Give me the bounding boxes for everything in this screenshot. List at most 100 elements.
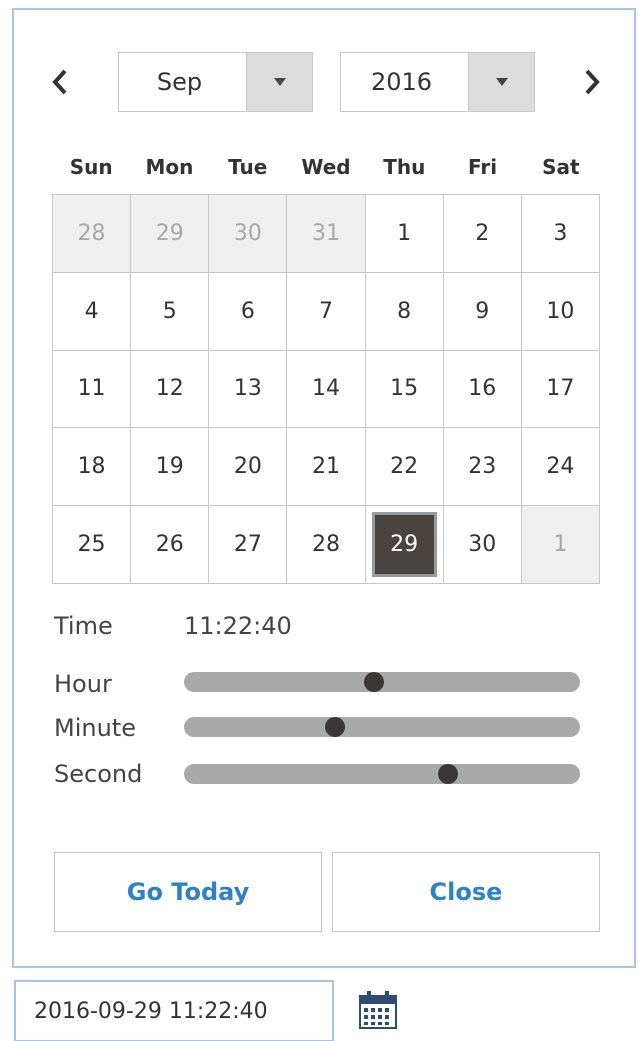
day-number: 22 [390,454,419,480]
day-number: 30 [468,532,497,558]
day-number: 16 [468,376,497,402]
weekday-label: Thu [383,155,426,179]
datetime-input[interactable] [14,980,334,1041]
day-cell[interactable]: 18 [53,428,132,507]
day-cell[interactable]: 26 [131,506,210,584]
minute-slider-thumb[interactable] [324,717,345,737]
day-number: 1 [397,220,412,246]
other-month-day-cell[interactable]: 29 [131,195,210,273]
day-cell[interactable]: 12 [131,350,210,429]
day-cell[interactable]: 24 [521,428,600,507]
day-cell[interactable]: 13 [209,350,288,429]
month-select[interactable]: Sep [118,52,313,112]
caret-down-icon [273,78,286,86]
second-slider[interactable] [184,764,580,784]
day-cell[interactable]: 23 [443,428,522,507]
day-number: 29 [155,220,184,246]
calendar-icon[interactable] [356,988,400,1032]
other-month-day-cell[interactable]: 31 [287,195,366,273]
day-number: 10 [546,298,575,324]
prev-month-button[interactable] [40,52,80,112]
year-select-value: 2016 [370,68,433,96]
day-number: 23 [468,454,497,480]
day-cell[interactable]: 28 [287,506,366,584]
day-cell[interactable]: 7 [287,272,366,351]
day-number: 15 [390,376,419,402]
day-number: 17 [546,376,575,402]
day-number: 28 [77,220,106,246]
second-slider-thumb[interactable] [438,764,459,784]
year-dropdown-button[interactable] [468,53,534,111]
day-number: 30 [233,220,262,246]
go-today-button[interactable]: Go Today [54,852,322,932]
day-cell[interactable]: 4 [53,272,132,351]
day-number: 28 [311,532,340,558]
caret-down-icon [495,78,508,86]
day-cell[interactable]: 6 [209,272,288,351]
day-cell[interactable]: 9 [443,272,522,351]
weekday-label: Sat [542,155,580,179]
day-cell[interactable]: 8 [365,272,444,351]
day-number: 12 [155,376,184,402]
day-cell[interactable]: 11 [53,350,132,429]
day-number: 19 [155,454,184,480]
day-cell[interactable]: 25 [53,506,132,584]
day-cell[interactable]: 16 [443,350,522,429]
day-cell[interactable]: 20 [209,428,288,507]
weekday-label: Tue [228,155,268,179]
day-number: 8 [397,298,412,324]
day-number: 3 [553,220,568,246]
hour-slider-thumb[interactable] [363,672,384,692]
month-select-value: Sep [156,68,203,96]
calendar-day-grid: 28 29 30 31 1 2 3 4 5 6 7 8 9 10 11 12 13 14 15 16 17 18 19 20 2… [52,194,600,584]
day-cell[interactable]: 27 [209,506,288,584]
day-cell[interactable]: 15 [365,350,444,429]
day-number: 4 [84,298,99,324]
hour-label: Hour [54,670,112,698]
time-value: 11:22:40 [184,612,292,640]
day-number: 11 [77,376,106,402]
chevron-right-icon [585,69,600,95]
other-month-day-cell[interactable]: 28 [53,195,132,273]
day-number: 29 [371,512,437,577]
day-cell[interactable]: 17 [521,350,600,429]
day-number: 27 [233,532,262,558]
day-number: 21 [311,454,340,480]
day-cell[interactable]: 5 [131,272,210,351]
year-select[interactable]: 2016 [340,52,535,112]
minute-label: Minute [54,714,136,742]
day-cell[interactable]: 19 [131,428,210,507]
day-cell[interactable]: 30 [443,506,522,584]
chevron-left-icon [52,69,67,95]
day-number: 14 [311,376,340,402]
time-label: Time [54,612,113,640]
day-number: 20 [233,454,262,480]
second-label: Second [54,760,143,788]
month-dropdown-button[interactable] [246,53,312,111]
day-number: 9 [475,298,490,324]
day-cell[interactable]: 1 [365,195,444,273]
weekday-label: Mon [145,155,194,179]
other-month-day-cell[interactable]: 30 [209,195,288,273]
close-button[interactable]: Close [332,852,600,932]
other-month-day-cell[interactable]: 1 [521,506,600,584]
day-number: 13 [233,376,262,402]
next-month-button[interactable] [572,52,612,112]
day-number: 6 [240,298,255,324]
day-cell[interactable]: 2 [443,195,522,273]
weekday-header: Sun Mon Tue Wed Thu Fri Sat [52,150,600,184]
day-cell[interactable]: 14 [287,350,366,429]
day-cell[interactable]: 21 [287,428,366,507]
minute-slider[interactable] [184,717,580,737]
day-number: 31 [311,220,340,246]
weekday-label: Sun [69,155,113,179]
day-number: 5 [162,298,177,324]
day-cell[interactable]: 3 [521,195,600,273]
day-number: 25 [77,532,106,558]
day-cell[interactable]: 10 [521,272,600,351]
selected-day-cell[interactable]: 29 [365,506,444,584]
day-cell[interactable]: 22 [365,428,444,507]
day-number: 24 [546,454,575,480]
hour-slider[interactable] [184,672,580,692]
day-number: 2 [475,220,490,246]
